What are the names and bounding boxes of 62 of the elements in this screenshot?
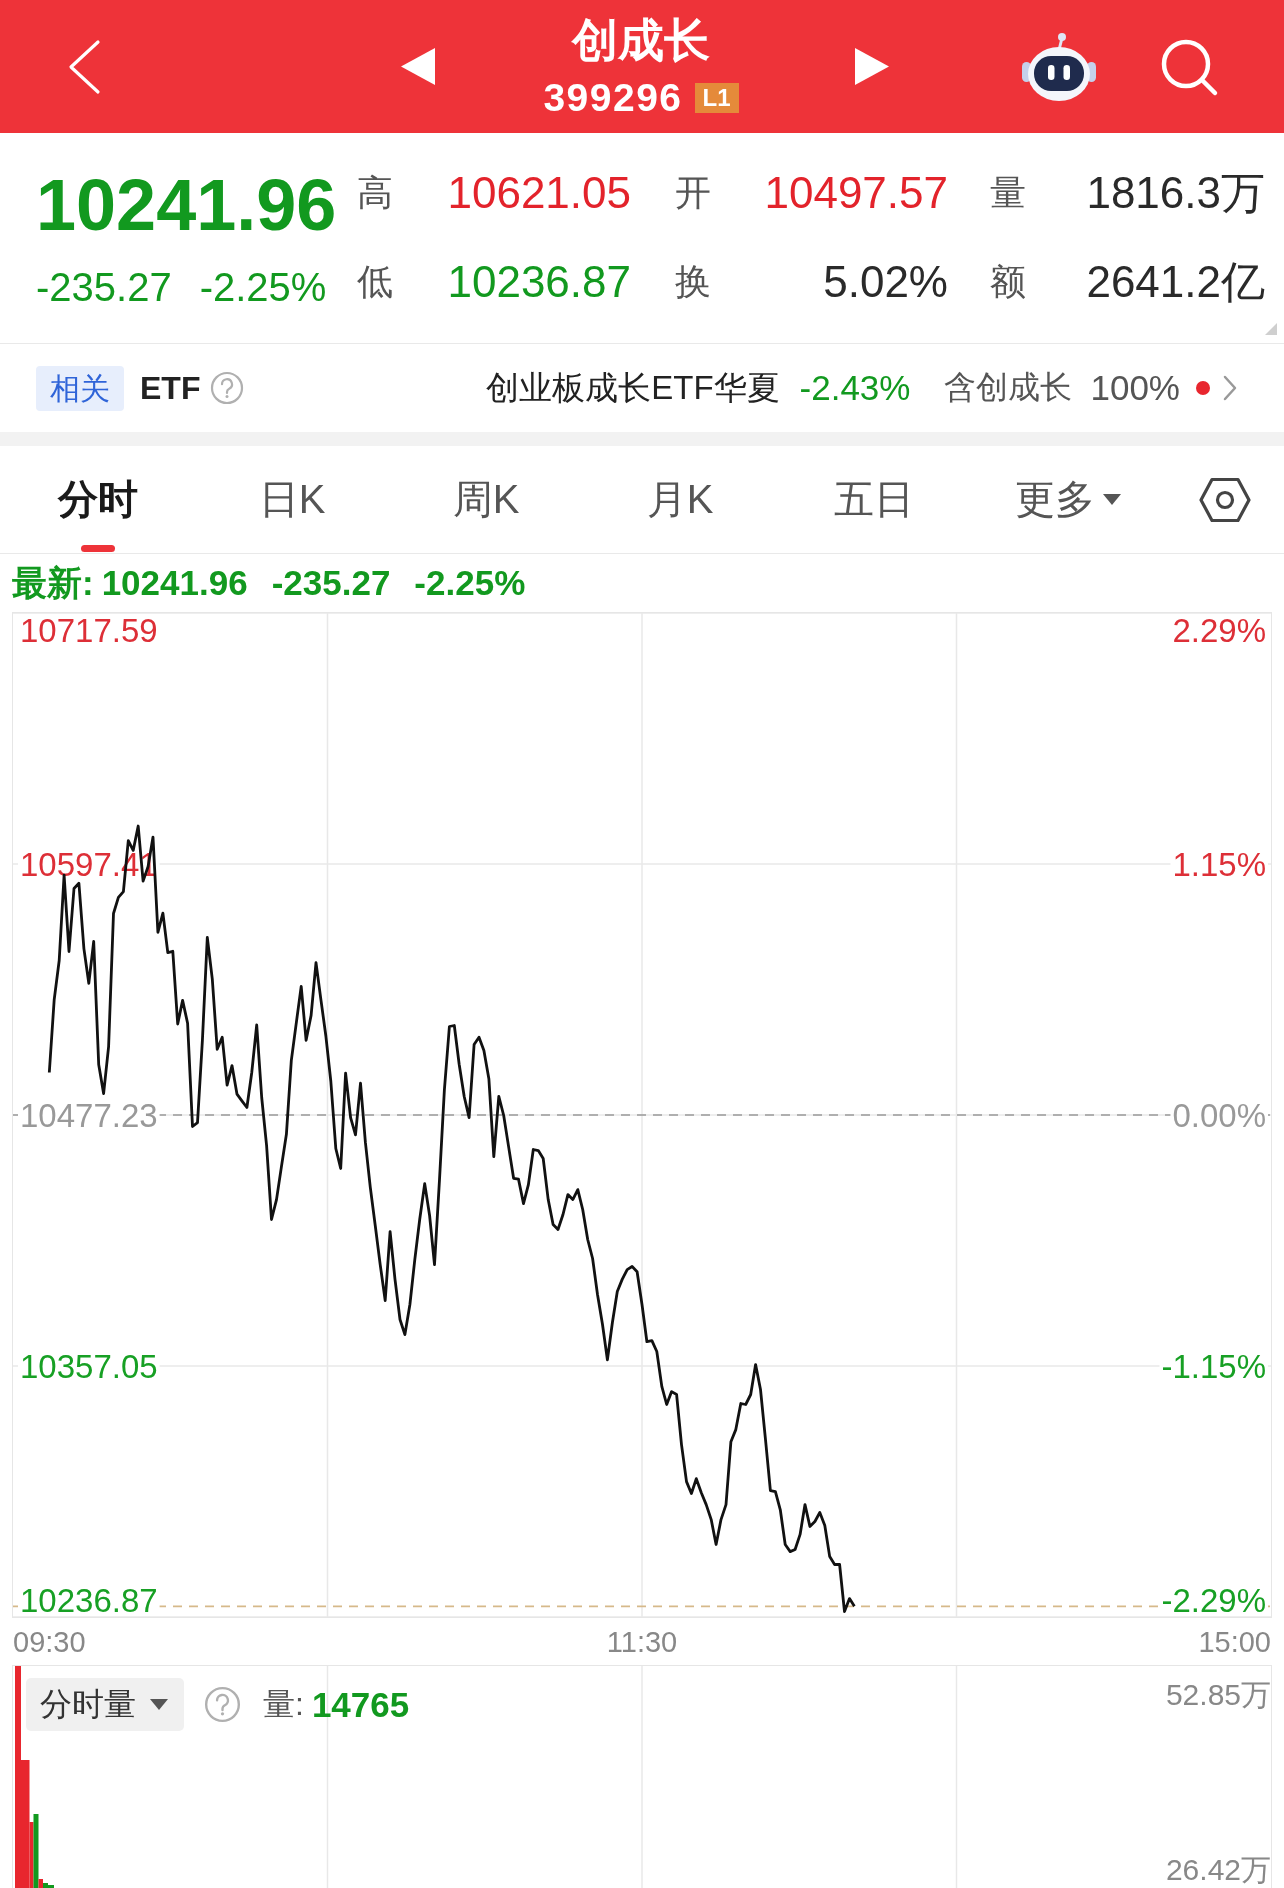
stat-label: 额 (990, 259, 1026, 304)
caret-down-icon (1103, 493, 1121, 506)
holding-label: 含创成长 (944, 368, 1073, 407)
settings-icon[interactable] (1198, 476, 1251, 523)
chart-tab[interactable]: 分时 (58, 446, 138, 553)
stock-code: 399296 (543, 75, 683, 120)
triangle-left-icon[interactable] (401, 48, 435, 85)
latest-change: -235.27 (271, 563, 391, 603)
related-tag: 相关 (36, 365, 124, 411)
triangle-right-icon[interactable] (855, 48, 889, 85)
volume-axis-label: 26.42万 (1165, 1853, 1271, 1887)
price-axis-label: 10236.87 (20, 1582, 158, 1617)
chart-tab[interactable]: 月K (646, 446, 714, 553)
stat-value: 10236.87 (447, 257, 631, 307)
latest-label: 最新: (12, 561, 94, 604)
stat-label: 高 (357, 170, 393, 215)
percent-axis-label: 0.00% (1172, 1097, 1266, 1134)
time-axis-label: 15:00 (1198, 1624, 1271, 1659)
price-axis-label: 10477.23 (20, 1097, 158, 1134)
stat-label: 低 (357, 259, 393, 304)
robot-icon[interactable] (1021, 31, 1097, 102)
volume-label: 量: (263, 1684, 304, 1724)
level-badge: L1 (694, 82, 739, 113)
stat-label: 开 (675, 170, 711, 215)
fund-change: -2.43% (799, 368, 911, 408)
stat-label: 换 (675, 259, 711, 304)
stat-value: 10497.57 (764, 168, 948, 218)
last-price: 10241.96 (36, 167, 337, 231)
chart-tab[interactable]: 日K (258, 446, 326, 553)
percent-axis-label: -2.29% (1161, 1582, 1266, 1617)
fund-name[interactable]: 创业板成长ETF华夏 (486, 365, 780, 411)
percent-change: -2.25% (199, 263, 327, 311)
price-change: -235.27 (36, 263, 172, 311)
stat-value: 10621.05 (447, 168, 631, 218)
etf-label: ETF (140, 369, 201, 407)
percent-axis-label: -1.15% (1161, 1348, 1266, 1385)
volume-value: 14765 (311, 1684, 410, 1725)
stock-name: 创成长 (572, 13, 710, 66)
caret-down-icon (150, 1698, 168, 1711)
chevron-right-icon[interactable] (1222, 374, 1238, 402)
chart-tab[interactable]: 五日 (834, 446, 914, 553)
volume-axis-label: 52.85万 (1165, 1678, 1271, 1712)
chart-tab[interactable]: 更多 (1015, 446, 1121, 553)
help-icon[interactable] (204, 1686, 241, 1723)
price-axis-label: 10717.59 (20, 613, 158, 649)
help-icon[interactable] (210, 371, 245, 405)
latest-price: 10241.96 (101, 563, 248, 603)
stat-label: 量 (990, 170, 1026, 215)
time-axis-label: 09:30 (13, 1624, 86, 1659)
stat-value: 2641.2亿 (1086, 255, 1265, 308)
stat-value: 5.02% (823, 257, 948, 307)
price-axis-label: 10357.05 (20, 1348, 158, 1385)
stat-value: 1816.3万 (1086, 166, 1265, 219)
holding-percent: 100% (1090, 368, 1180, 408)
chart-tab[interactable]: 周K (452, 446, 520, 553)
volume-type-dropdown[interactable]: 分时量 (26, 1678, 184, 1731)
time-axis-label: 11:30 (606, 1624, 678, 1659)
active-tab-indicator (81, 545, 115, 552)
percent-axis-label: 1.15% (1172, 846, 1266, 883)
chevron-left-icon[interactable] (67, 38, 101, 95)
percent-axis-label: 2.29% (1172, 613, 1266, 649)
latest-percent: -2.25% (414, 563, 526, 603)
